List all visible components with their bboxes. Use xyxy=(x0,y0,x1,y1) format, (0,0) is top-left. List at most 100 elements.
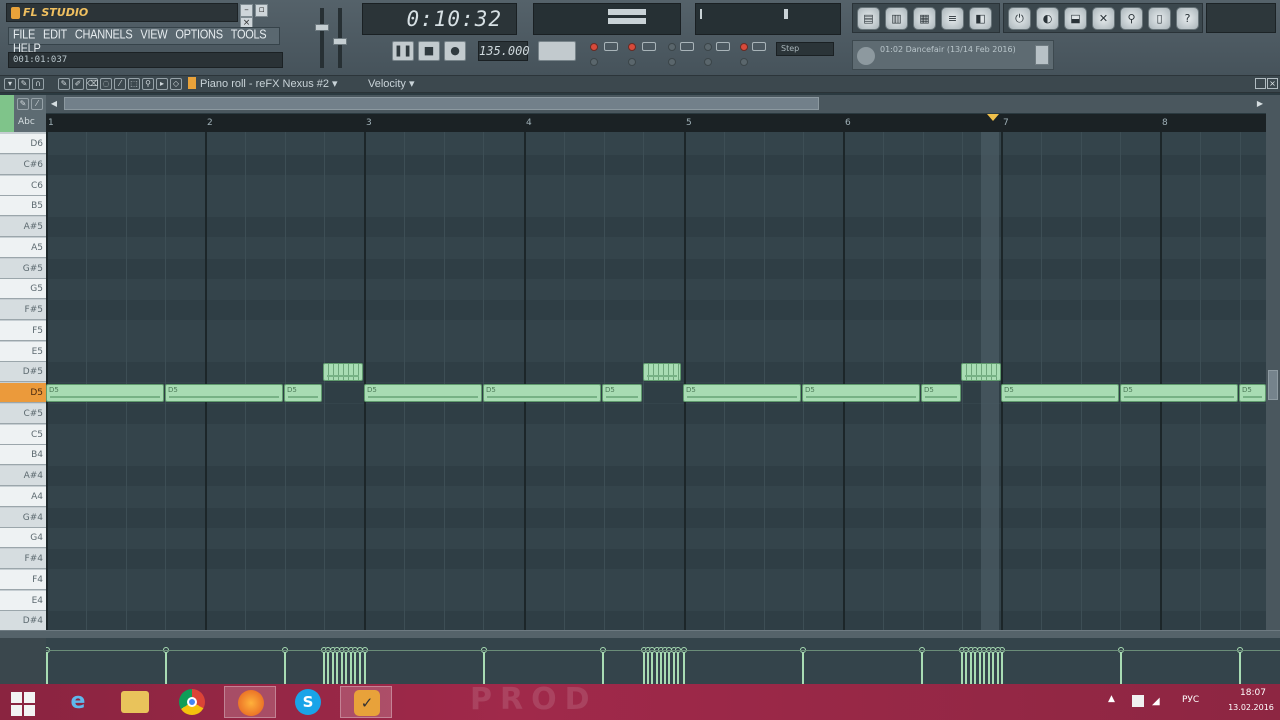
led-indicator[interactable] xyxy=(704,43,712,51)
tray-expand-icon[interactable]: ▲ xyxy=(1108,694,1115,704)
velocity-bar[interactable] xyxy=(349,650,352,684)
settings-icon[interactable]: ✕ xyxy=(1092,7,1115,30)
slice-icon[interactable]: ⁄ xyxy=(114,78,126,90)
led-indicator[interactable] xyxy=(740,43,748,51)
led-indicator[interactable] xyxy=(590,43,598,51)
midi-note[interactable]: D5 xyxy=(46,384,164,402)
velocity-bar[interactable] xyxy=(802,650,804,684)
piano-key[interactable]: B5 xyxy=(0,196,46,217)
velocity-bar[interactable] xyxy=(683,650,685,684)
velocity-bar[interactable] xyxy=(992,650,995,684)
help-icon[interactable]: ? xyxy=(1176,7,1199,30)
velocity-bar[interactable] xyxy=(651,650,654,684)
piano-key[interactable]: A5 xyxy=(0,237,46,258)
velocity-bar[interactable] xyxy=(664,650,667,684)
velocity-bar[interactable] xyxy=(483,650,485,684)
paint-icon[interactable]: ✐ xyxy=(72,78,84,90)
menu-channels[interactable]: CHANNELS xyxy=(71,27,137,43)
taskbar-explorer[interactable] xyxy=(108,686,160,718)
velocity-bar[interactable] xyxy=(655,650,658,684)
midi-note[interactable]: D5 xyxy=(165,384,283,402)
velocity-bar[interactable] xyxy=(284,650,286,684)
velocity-bar[interactable] xyxy=(672,650,675,684)
velocity-bar[interactable] xyxy=(1120,650,1122,684)
piano-key[interactable]: D6 xyxy=(0,134,46,154)
close-icon[interactable]: × xyxy=(1267,78,1278,89)
step-edit-icon[interactable] xyxy=(716,42,730,51)
color-tab[interactable] xyxy=(0,95,14,132)
piano-key[interactable]: D#4 xyxy=(0,611,46,630)
velocity-bar[interactable] xyxy=(996,650,999,684)
note-label-toggle[interactable]: Abc xyxy=(18,117,35,127)
velocity-bar[interactable] xyxy=(643,650,645,684)
piano-key[interactable]: G5 xyxy=(0,279,46,300)
piano-key[interactable]: D#5 xyxy=(0,362,46,383)
playhead-marker-icon[interactable] xyxy=(987,114,999,121)
piano-roll-icon[interactable]: ▥ xyxy=(885,7,908,30)
piano-key[interactable]: F4 xyxy=(0,569,46,590)
play-pause-button[interactable]: ❚❚ xyxy=(392,41,414,61)
taskbar-ie[interactable]: e xyxy=(52,686,104,718)
velocity-bar[interactable] xyxy=(602,650,604,684)
led-indicator[interactable] xyxy=(668,58,676,66)
stamp-icon[interactable]: ◇ xyxy=(170,78,182,90)
velocity-bar[interactable] xyxy=(46,650,48,684)
led-indicator[interactable] xyxy=(704,58,712,66)
metronome-icon[interactable] xyxy=(604,42,618,51)
velocity-bar[interactable] xyxy=(358,650,361,684)
horizontal-scrollbar[interactable]: ◀ ▶ xyxy=(46,95,1266,113)
led-indicator[interactable] xyxy=(740,58,748,66)
stop-button[interactable]: ■ xyxy=(418,41,440,61)
velocity-bar[interactable] xyxy=(659,650,662,684)
led-indicator[interactable] xyxy=(628,43,636,51)
language-indicator[interactable]: РУС xyxy=(1182,695,1199,705)
magnet-icon[interactable]: ∩ xyxy=(32,78,44,90)
pencil-tool-icon[interactable]: ✎ xyxy=(17,98,29,110)
velocity-bar[interactable] xyxy=(974,650,977,684)
export-icon[interactable]: ⬓ xyxy=(1064,7,1087,30)
pattern-selector[interactable] xyxy=(538,41,576,61)
line-tool-icon[interactable]: ⁄ xyxy=(31,98,43,110)
velocity-bar[interactable] xyxy=(969,650,972,684)
wait-icon[interactable] xyxy=(642,42,656,51)
midi-note[interactable]: D5 xyxy=(483,384,601,402)
record-button[interactable]: ● xyxy=(444,41,466,61)
velocity-bar[interactable] xyxy=(1001,650,1003,684)
piano-key[interactable]: C5 xyxy=(0,424,46,445)
scroll-left-arrow-icon[interactable]: ◀ xyxy=(48,97,60,110)
piano-key[interactable]: F#5 xyxy=(0,300,46,320)
delete-icon[interactable]: ⌫ xyxy=(86,78,98,90)
velocity-bar[interactable] xyxy=(345,650,348,684)
velocity-bar[interactable] xyxy=(921,650,923,684)
browser-icon[interactable]: ◧ xyxy=(969,7,992,30)
velocity-bar[interactable] xyxy=(1239,650,1241,684)
device-icon[interactable]: ▯ xyxy=(1148,7,1171,30)
midi-note[interactable]: D5 xyxy=(683,384,801,402)
playback-icon[interactable]: ▸ xyxy=(156,78,168,90)
menu-options[interactable]: OPTIONS xyxy=(171,27,226,43)
piano-key[interactable]: B4 xyxy=(0,445,46,466)
midi-note[interactable] xyxy=(323,363,363,382)
midi-note[interactable]: D5 xyxy=(284,384,322,402)
velocity-bar[interactable] xyxy=(983,650,986,684)
vertical-scrollbar[interactable] xyxy=(1266,95,1280,630)
velocity-bar[interactable] xyxy=(331,650,334,684)
scroll-right-arrow-icon[interactable]: ▶ xyxy=(1254,97,1266,110)
select-icon[interactable]: ⬚ xyxy=(128,78,140,90)
piano-key[interactable]: G4 xyxy=(0,528,46,549)
note-grid[interactable]: D5 D5 D5 D5 D5 D5 D5 D5 D5 D5 D5 D5 xyxy=(46,132,1266,630)
event-divider[interactable] xyxy=(0,630,1280,638)
snap-dropdown[interactable]: Step xyxy=(776,42,834,56)
search-icon[interactable]: ⚲ xyxy=(1120,7,1143,30)
taskbar-chrome[interactable] xyxy=(166,686,218,718)
velocity-bar[interactable] xyxy=(327,650,330,684)
power-icon[interactable]: ⏻ xyxy=(1008,7,1031,30)
master-volume-slider[interactable] xyxy=(315,8,329,68)
taskbar-skype[interactable]: S xyxy=(282,686,334,718)
velocity-bar[interactable] xyxy=(165,650,167,684)
channel-rack-icon[interactable]: ▦ xyxy=(913,7,936,30)
midi-note[interactable]: D5 xyxy=(1001,384,1119,402)
restore-button[interactable]: ▫ xyxy=(255,4,268,17)
piano-key[interactable]: C#5 xyxy=(0,403,46,424)
scroll-thumb[interactable] xyxy=(1268,370,1278,400)
